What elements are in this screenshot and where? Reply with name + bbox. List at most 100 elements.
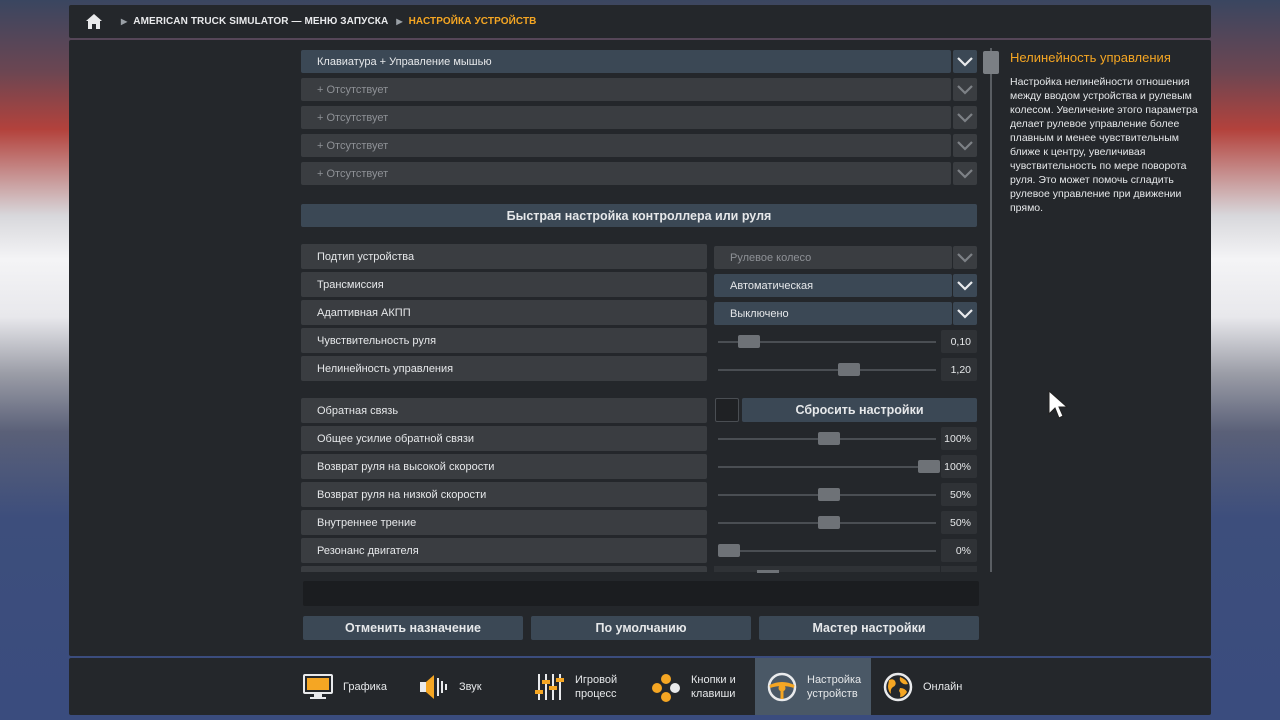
device-slot-label: + Отсутствует xyxy=(317,83,389,96)
force-feedback-label: Обратная связь xyxy=(301,398,707,423)
help-text: Настройка нелинейности отношения между в… xyxy=(1010,76,1198,214)
settings-tabbar: Графика Звук Игровой процесс Кнопки и кл… xyxy=(69,658,1211,715)
breadcrumb-item-current: НАСТРОЙКА УСТРОЙСТВ xyxy=(408,16,537,27)
chevron-down-icon[interactable] xyxy=(953,162,977,185)
slider-thumb[interactable] xyxy=(838,363,860,376)
tab-graphics[interactable]: Графика xyxy=(291,658,407,715)
tab-label: Звук xyxy=(459,680,482,693)
transmission-select[interactable]: Автоматическая xyxy=(714,274,952,297)
row-label: Обратная связь xyxy=(317,404,399,417)
mouse-cursor-icon xyxy=(1048,389,1069,427)
clipped-row xyxy=(714,566,940,572)
slider-value: 0% xyxy=(941,539,977,562)
device-slot-1[interactable]: Клавиатура + Управление мышью xyxy=(301,50,951,73)
tab-label: Кнопки и клавиши xyxy=(691,673,736,700)
chevron-down-icon[interactable] xyxy=(953,302,977,325)
ffb-engine-resonance-slider[interactable] xyxy=(714,539,940,562)
tab-devices[interactable]: Настройка устройств xyxy=(755,658,871,715)
defaults-button[interactable]: По умолчанию xyxy=(531,616,751,640)
chevron-down-icon[interactable] xyxy=(953,274,977,297)
ffb-internal-friction-slider[interactable] xyxy=(714,511,940,534)
slider-thumb[interactable] xyxy=(738,335,760,348)
slider-thumb[interactable] xyxy=(818,516,840,529)
scrollbar-track[interactable] xyxy=(990,48,992,572)
sliders-icon xyxy=(533,670,567,704)
chevron-down-icon[interactable] xyxy=(953,106,977,129)
row-label: Возврат руля на низкой скорости xyxy=(317,488,487,501)
chevron-down-icon[interactable] xyxy=(953,134,977,157)
row-label: Резонанс двигателя xyxy=(317,544,419,557)
row-label: Общее усилие обратной связи xyxy=(317,432,475,445)
chevron-down-icon[interactable] xyxy=(953,50,977,73)
slider-value: 0,10 xyxy=(941,330,977,353)
status-area xyxy=(303,581,979,606)
device-subtype-label: Подтип устройства xyxy=(301,244,707,269)
speaker-icon xyxy=(417,670,451,704)
ffb-low-speed-return-slider[interactable] xyxy=(714,483,940,506)
steering-nonlinearity-label: Нелинейность управления xyxy=(301,356,707,381)
clipped-slider-thumb xyxy=(757,570,779,573)
ffb-engine-resonance-label: Резонанс двигателя xyxy=(301,538,707,563)
main-panel: Клавиатура + Управление мышью + Отсутств… xyxy=(69,40,1211,656)
tab-online[interactable]: Онлайн xyxy=(871,658,987,715)
slider-thumb[interactable] xyxy=(818,488,840,501)
ffb-high-speed-return-label: Возврат руля на высокой скорости xyxy=(301,454,707,479)
device-slot-4[interactable]: + Отсутствует xyxy=(301,134,951,157)
clipped-row xyxy=(301,566,707,572)
device-slot-2[interactable]: + Отсутствует xyxy=(301,78,951,101)
slider-thumb[interactable] xyxy=(718,544,740,557)
globe-icon xyxy=(881,670,915,704)
ffb-internal-friction-label: Внутреннее трение xyxy=(301,510,707,535)
steering-wheel-icon xyxy=(765,670,799,704)
device-slot-3[interactable]: + Отсутствует xyxy=(301,106,951,129)
chevron-right-icon: ▶ xyxy=(121,17,128,26)
device-subtype-select[interactable]: Рулевое колесо xyxy=(714,246,952,269)
slider-thumb[interactable] xyxy=(818,432,840,445)
row-label: Возврат руля на высокой скорости xyxy=(317,460,495,473)
chevron-down-icon[interactable] xyxy=(953,246,977,269)
device-slot-label: + Отсутствует xyxy=(317,139,389,152)
force-feedback-checkbox[interactable] xyxy=(715,398,739,422)
row-label: Подтип устройства xyxy=(317,250,415,263)
scrollbar-thumb[interactable] xyxy=(983,51,999,74)
tab-label: Игровой процесс xyxy=(575,673,618,700)
ffb-overall-strength-label: Общее усилие обратной связи xyxy=(301,426,707,451)
row-label: Адаптивная АКПП xyxy=(317,306,411,319)
slider-value: 1,20 xyxy=(941,358,977,381)
select-value: Выключено xyxy=(730,307,789,320)
device-slot-5[interactable]: + Отсутствует xyxy=(301,162,951,185)
row-label: Чувствительность руля xyxy=(317,334,437,347)
adaptive-gearbox-label: Адаптивная АКПП xyxy=(301,300,707,325)
slider-track xyxy=(718,550,936,552)
reset-settings-button[interactable]: Сбросить настройки xyxy=(742,398,977,422)
transmission-label: Трансмиссия xyxy=(301,272,707,297)
slider-value: 50% xyxy=(941,483,977,506)
steering-nonlinearity-slider[interactable] xyxy=(714,358,940,381)
slider-value: 100% xyxy=(941,455,977,478)
slider-thumb[interactable] xyxy=(918,460,940,473)
tab-controls[interactable]: Кнопки и клавиши xyxy=(639,658,755,715)
breadcrumb-item-game[interactable]: AMERICAN TRUCK SIMULATOR — МЕНЮ ЗАПУСКА xyxy=(133,16,388,27)
slider-value: 100% xyxy=(941,427,977,450)
row-label: Нелинейность управления xyxy=(317,362,454,375)
unassign-button[interactable]: Отменить назначение xyxy=(303,616,523,640)
setup-wizard-button[interactable]: Мастер настройки xyxy=(759,616,979,640)
home-icon[interactable] xyxy=(83,11,105,33)
clipped-row xyxy=(941,566,977,572)
row-label: Внутреннее трение xyxy=(317,516,417,529)
gamepad-icon xyxy=(649,670,683,704)
slider-track xyxy=(718,369,936,371)
device-slot-label: + Отсутствует xyxy=(317,111,389,124)
tab-gameplay[interactable]: Игровой процесс xyxy=(523,658,639,715)
chevron-down-icon[interactable] xyxy=(953,78,977,101)
monitor-icon xyxy=(301,670,335,704)
ffb-overall-strength-slider[interactable] xyxy=(714,427,940,450)
tab-sound[interactable]: Звук xyxy=(407,658,523,715)
ffb-high-speed-return-slider[interactable] xyxy=(714,455,940,478)
quick-setup-title: Быстрая настройка контроллера или руля xyxy=(301,204,977,227)
tab-label: Графика xyxy=(343,680,387,693)
adaptive-gearbox-select[interactable]: Выключено xyxy=(714,302,952,325)
steering-sensitivity-slider[interactable] xyxy=(714,330,940,353)
chevron-right-icon: ▶ xyxy=(396,17,403,26)
tab-label: Онлайн xyxy=(923,680,963,693)
